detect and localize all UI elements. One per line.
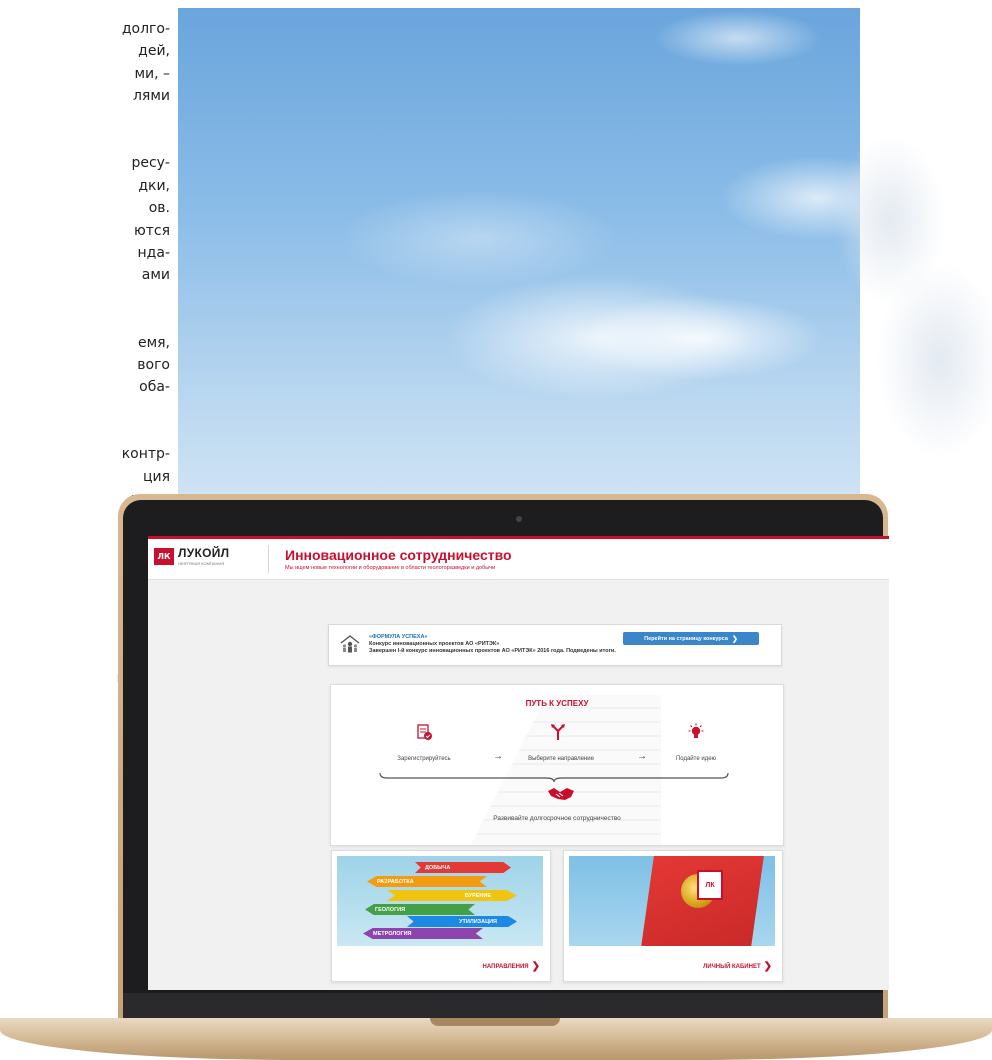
banner-title: «ФОРМУЛА УСПЕХА» xyxy=(369,634,428,640)
sky-background xyxy=(178,8,860,528)
direction-band: МЕТРОЛОГИЯ xyxy=(363,928,483,939)
article-line: ция xyxy=(142,468,170,485)
article-line: оба- xyxy=(139,379,170,396)
article-line: лями xyxy=(132,88,170,105)
chevron-right-icon: ❯ xyxy=(531,961,540,972)
article-line: ми, – xyxy=(134,65,170,82)
laptop-chin xyxy=(123,993,883,1018)
article-line: вого xyxy=(137,356,170,373)
success-path-title: ПУТЬ К УСПЕХУ xyxy=(525,699,589,708)
step-submit-idea[interactable]: Подайте идею xyxy=(651,756,741,762)
choose-direction-icon xyxy=(551,724,565,740)
team-icon xyxy=(340,635,360,653)
personal-cabinet-image: ЛК xyxy=(569,856,775,946)
banner-subtitle: Конкурс инновационных проектов АО «РИТЭК… xyxy=(369,641,500,647)
key-icon: ЛК xyxy=(697,870,723,900)
logo-mark: ЛК xyxy=(154,548,174,565)
personal-cabinet-link[interactable]: ЛИЧНЫЙ КАБИНЕТ ❯ xyxy=(703,961,772,972)
direction-band: ДОБЫЧА xyxy=(415,862,511,873)
brace-connector xyxy=(379,773,729,783)
article-line: нда- xyxy=(137,244,170,261)
banner-description: Завершен I-й конкурс инновационных проек… xyxy=(369,648,616,654)
direction-band: БУРЕНИЕ xyxy=(387,890,517,901)
article-line: ются xyxy=(133,222,170,239)
article-line: долго- xyxy=(121,21,170,37)
stairs-decoration xyxy=(471,695,661,845)
article-line: емя, xyxy=(137,334,170,351)
long-term-cooperation-label: Развивайте долгосрочное сотрудничество xyxy=(493,815,621,822)
article-line: ресу- xyxy=(131,155,170,172)
direction-band: УТИЛИЗАЦИЯ xyxy=(407,916,517,927)
article-line: ов. xyxy=(148,200,170,217)
laptop-screen: ЛК ЛУКОЙЛ НЕФТЯНАЯ КОМПАНИЯ Инновационно… xyxy=(148,536,889,990)
personal-cabinet-link-label: ЛИЧНЫЙ КАБИНЕТ xyxy=(703,964,761,970)
chevron-right-icon: ❯ xyxy=(763,961,772,972)
handshake-icon xyxy=(548,788,574,800)
success-path-panel: ПУТЬ К УСПЕХУ Зарегистрируйтесь → Выбери… xyxy=(330,684,784,846)
directions-link[interactable]: НАПРАВЛЕНИЯ ❯ xyxy=(482,961,540,972)
personal-cabinet-card[interactable]: ЛК ЛИЧНЫЙ КАБИНЕТ ❯ xyxy=(563,850,783,982)
article-line: ами xyxy=(141,267,170,284)
article-line: дей, xyxy=(138,43,170,60)
site-header: ЛК ЛУКОЙЛ НЕФТЯНАЯ КОМПАНИЯ Инновационно… xyxy=(148,539,889,580)
contest-page-button[interactable]: Перейти на страницу конкурса ❯ xyxy=(623,632,759,645)
idea-bulb-icon xyxy=(688,723,704,738)
article-line: дки, xyxy=(138,177,170,194)
chevron-right-icon: ❯ xyxy=(731,635,738,643)
direction-band: РАЗРАБОТКА xyxy=(367,876,487,887)
register-doc-icon xyxy=(417,724,432,740)
direction-band: ГЕОЛОГИЯ xyxy=(365,904,475,915)
contest-banner: «ФОРМУЛА УСПЕХА» Конкурс инновационных п… xyxy=(328,624,782,666)
header-divider xyxy=(268,545,269,573)
article-line: контр- xyxy=(121,446,170,463)
arrow-right-icon: → xyxy=(637,751,647,762)
webcam-icon xyxy=(516,516,522,522)
directions-link-label: НАПРАВЛЕНИЯ xyxy=(482,964,529,970)
button-label: Перейти на страницу конкурса xyxy=(644,635,728,642)
laptop-notch xyxy=(430,1018,560,1026)
directions-card[interactable]: ДОБЫЧА РАЗРАБОТКА БУРЕНИЕ ГЕОЛОГИЯ УТИЛИ… xyxy=(331,850,551,982)
directions-image: ДОБЫЧА РАЗРАБОТКА БУРЕНИЕ ГЕОЛОГИЯ УТИЛИ… xyxy=(337,856,543,946)
cloud-decoration xyxy=(830,120,992,500)
logo-subtitle: НЕФТЯНАЯ КОМПАНИЯ xyxy=(178,561,225,566)
page-subtitle: Мы ищем новые технологии и оборудование … xyxy=(285,565,496,571)
logo-name: ЛУКОЙЛ xyxy=(178,546,230,560)
lukoil-logo[interactable]: ЛК ЛУКОЙЛ НЕФТЯНАЯ КОМПАНИЯ xyxy=(154,547,229,566)
step-choose-direction[interactable]: Выберите направление xyxy=(501,756,621,762)
step-register[interactable]: Зарегистрируйтесь xyxy=(369,756,479,762)
page-title: Инновационное сотрудничество xyxy=(285,547,512,563)
